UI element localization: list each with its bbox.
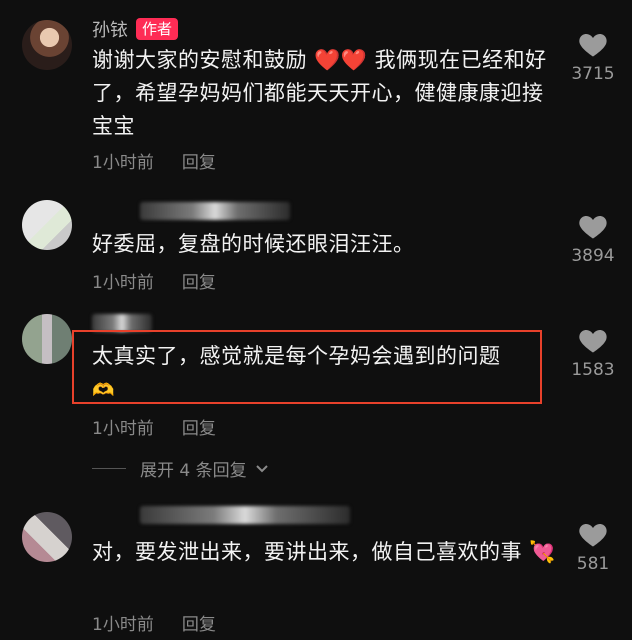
- heart-icon: [579, 216, 607, 239]
- comment-meta: 1小时前 回复: [92, 414, 216, 439]
- heart-icon: [579, 34, 607, 57]
- avatar[interactable]: [22, 200, 72, 250]
- expand-replies-label: 展开 4 条回复: [140, 461, 247, 481]
- like-count: 581: [576, 554, 610, 574]
- comment-time: 1小时前: [92, 419, 154, 439]
- like-button[interactable]: 581: [560, 520, 626, 574]
- comment-text: 好委屈，复盘的时候还眼泪汪汪。: [92, 232, 415, 256]
- comment-time: 1小时前: [92, 273, 154, 293]
- reply-button[interactable]: 回复: [182, 268, 216, 293]
- comment-meta: 1小时前 回复: [92, 148, 216, 173]
- avatar[interactable]: [22, 314, 72, 364]
- like-count: 1583: [571, 360, 615, 380]
- heart-icon: [579, 330, 607, 353]
- reply-button[interactable]: 回复: [182, 148, 216, 173]
- heart-icon: [579, 524, 607, 547]
- hands-emoji-icon: 🫶: [92, 380, 115, 401]
- comment-text: 太真实了，感觉就是每个孕妈会遇到的问题 🫶: [92, 344, 501, 401]
- avatar[interactable]: [22, 512, 72, 562]
- comment-text: 对，要发泄出来，要讲出来，做自己喜欢的事 💘: [92, 540, 556, 564]
- like-button[interactable]: 1583: [560, 326, 626, 380]
- comment-author[interactable]: 孙铱 作者: [92, 16, 179, 42]
- chevron-down-icon: [255, 464, 268, 472]
- like-count: 3715: [571, 64, 615, 84]
- expand-replies-button[interactable]: 展开 4 条回复: [92, 456, 269, 481]
- comment-author-blurred[interactable]: [140, 202, 290, 220]
- comment-meta: 1小时前 回复: [92, 268, 216, 293]
- reply-button[interactable]: 回复: [182, 610, 216, 635]
- reply-button[interactable]: 回复: [182, 414, 216, 439]
- like-button[interactable]: 3715: [560, 30, 626, 84]
- divider: [92, 468, 126, 469]
- like-button[interactable]: 3894: [560, 212, 626, 266]
- comment-time: 1小时前: [92, 153, 154, 173]
- avatar[interactable]: [22, 20, 72, 70]
- author-name[interactable]: 孙铱: [92, 16, 128, 42]
- like-count: 3894: [571, 246, 615, 266]
- heart-emoji-icon: 💘: [529, 540, 556, 564]
- comment-author-blurred[interactable]: [140, 506, 350, 524]
- author-badge: 作者: [136, 18, 179, 40]
- comment-meta: 1小时前 回复: [92, 610, 216, 635]
- comment-text: 谢谢大家的安慰和鼓励 ❤️❤️ 我俩现在已经和好了，希望孕妈妈们都能天天开心，健…: [92, 48, 547, 138]
- comment-time: 1小时前: [92, 615, 154, 635]
